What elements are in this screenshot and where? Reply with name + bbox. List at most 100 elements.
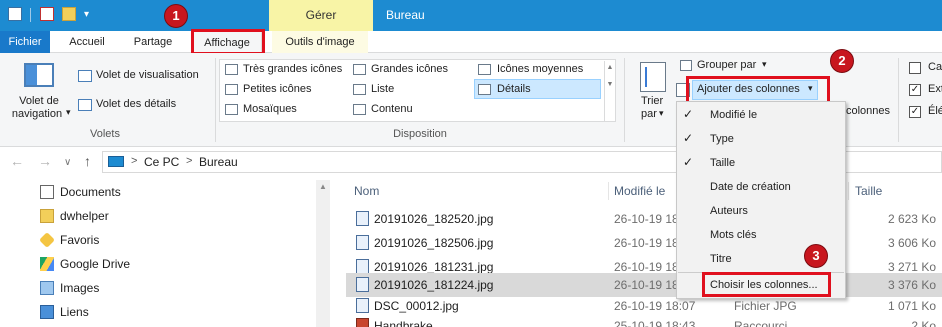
step-badge-3: 3 [804, 244, 828, 268]
nav-item-favoris[interactable]: Favoris [60, 228, 99, 252]
content-icon [353, 104, 366, 115]
properties-icon[interactable] [40, 7, 54, 21]
jpg-file-icon [356, 298, 369, 313]
tab-accueil[interactable]: Accueil [56, 31, 118, 53]
pc-icon [108, 156, 124, 167]
ribbon-separator [624, 58, 625, 142]
menu-item-authors[interactable]: Auteurs [710, 199, 748, 223]
file-name[interactable]: 20191026_182506.jpg [374, 231, 493, 255]
breadcrumb-ce-pc[interactable]: Ce PC [144, 155, 179, 169]
hidden-items-checkbox[interactable]: ✓ [909, 106, 921, 118]
navigation-pane-label-1[interactable]: Volet de [8, 95, 70, 107]
list-icon [353, 84, 366, 95]
layout-details[interactable]: Détails [497, 83, 531, 95]
nav-item-dwhelper[interactable]: dwhelper [60, 204, 109, 228]
navigation-pane-icon-fill [26, 65, 37, 85]
new-folder-icon[interactable] [62, 7, 76, 21]
breadcrumb-bureau[interactable]: Bureau [199, 155, 238, 169]
add-columns-menu [676, 101, 846, 299]
folder-icon [40, 209, 54, 223]
group-by-icon[interactable] [680, 60, 692, 71]
layout-list[interactable]: Liste [371, 83, 394, 95]
layout-tiles[interactable]: Mosaïques [243, 103, 297, 115]
tab-fichier[interactable]: Fichier [0, 31, 50, 53]
jpg-file-icon [356, 235, 369, 250]
layout-large-icons[interactable]: Grandes icônes [371, 63, 448, 75]
layout-details-selected[interactable] [474, 79, 601, 99]
sort-by-label-2[interactable]: par [641, 108, 657, 120]
item-checkboxes-label[interactable]: Ca [928, 61, 942, 73]
navigation-pane-icon[interactable] [24, 63, 54, 87]
layout-medium-icons[interactable]: Icônes moyennes [497, 63, 583, 75]
preview-pane-icon[interactable] [78, 70, 92, 82]
layout-extra-large-icons[interactable]: Très grandes icônes [243, 63, 342, 75]
navigation-pane-label-2[interactable]: navigation [4, 108, 70, 120]
ribbon-separator [898, 58, 899, 142]
group-label-disposition: Disposition [393, 128, 447, 140]
size-columns-button[interactable]: colonnes [846, 105, 890, 117]
file-size: 2 Ko [911, 319, 936, 327]
menu-item-tags[interactable]: Mots clés [710, 223, 756, 247]
recent-locations-icon[interactable]: ∨ [64, 157, 71, 168]
file-modified: 26-10-19 18 [614, 236, 679, 250]
column-header-modified[interactable]: Modifié le [614, 181, 665, 201]
forward-icon[interactable]: → [38, 153, 52, 169]
sort-by-icon-arrow [645, 67, 661, 87]
nav-item-google-drive[interactable]: Google Drive [60, 252, 130, 276]
jpg-file-icon [356, 259, 369, 274]
file-extensions-label[interactable]: Ext [928, 83, 942, 95]
layout-small-icons[interactable]: Petites icônes [243, 83, 311, 95]
links-icon [40, 305, 54, 319]
column-header-name[interactable]: Nom [354, 181, 379, 201]
context-tab-gerer[interactable]: Gérer [269, 0, 373, 31]
group-by-caret-icon[interactable]: ▾ [762, 59, 767, 70]
menu-item-title[interactable]: Titre [710, 247, 732, 271]
step-badge-1: 1 [164, 4, 188, 28]
file-size: 2 623 Ko [887, 212, 936, 226]
nav-scroll-up-icon[interactable]: ▲ [316, 180, 330, 191]
sort-by-caret-icon[interactable]: ▾ [659, 108, 664, 119]
column-header-size[interactable]: Taille [855, 181, 882, 201]
tab-outils-image[interactable]: Outils d'image [272, 31, 368, 53]
tab-partage[interactable]: Partage [122, 31, 184, 53]
menu-item-type[interactable]: Type [710, 127, 734, 151]
hidden-items-label[interactable]: Élé [928, 105, 942, 117]
file-name[interactable]: 20191026_182520.jpg [374, 207, 493, 231]
sort-by-label-1[interactable]: Trier [641, 95, 663, 107]
back-icon[interactable]: ← [10, 153, 24, 169]
layout-gallery-scroll[interactable]: ▲ ▼ [604, 61, 615, 121]
sort-by-icon[interactable] [640, 62, 666, 92]
details-pane-button[interactable]: Volet des détails [96, 98, 176, 110]
nav-pane-scrollbar[interactable]: ▲ [316, 180, 330, 327]
file-modified: 25-10-19 18:43 [614, 319, 696, 327]
highlight-add-columns [686, 76, 830, 104]
tiles-icon [225, 104, 238, 115]
column-divider [608, 182, 609, 200]
scroll-down-icon[interactable]: ▼ [605, 81, 615, 88]
file-explorer-icon[interactable] [8, 7, 22, 21]
layout-content[interactable]: Contenu [371, 103, 413, 115]
file-extensions-checkbox[interactable]: ✓ [909, 84, 921, 96]
check-icon: ✓ [683, 155, 694, 169]
scroll-up-icon[interactable]: ▲ [605, 64, 615, 71]
google-drive-icon [40, 257, 54, 271]
nav-item-images[interactable]: Images [60, 276, 99, 300]
nav-item-liens[interactable]: Liens [60, 300, 89, 324]
customize-toolbar-icon[interactable]: ▾ [84, 9, 89, 20]
item-checkboxes-checkbox[interactable] [909, 62, 921, 74]
shortcut-file-icon [356, 318, 369, 327]
group-by-button[interactable]: Grouper par [697, 59, 756, 71]
navigation-pane-caret-icon[interactable]: ▾ [66, 107, 71, 118]
extra-large-icons-icon [225, 64, 238, 75]
highlight-choose-columns [702, 272, 831, 297]
breadcrumb-chevron-icon: > [186, 155, 193, 167]
preview-pane-button[interactable]: Volet de visualisation [96, 69, 199, 81]
menu-item-date-created[interactable]: Date de création [710, 175, 791, 199]
details-pane-icon[interactable] [78, 99, 92, 111]
file-name[interactable]: Handbrake [374, 314, 433, 327]
menu-item-modified[interactable]: Modifié le [710, 103, 757, 127]
nav-item-documents[interactable]: Documents [60, 180, 121, 204]
details-icon [478, 84, 491, 95]
up-icon[interactable]: ↑ [84, 153, 91, 169]
menu-item-size[interactable]: Taille [710, 151, 735, 175]
